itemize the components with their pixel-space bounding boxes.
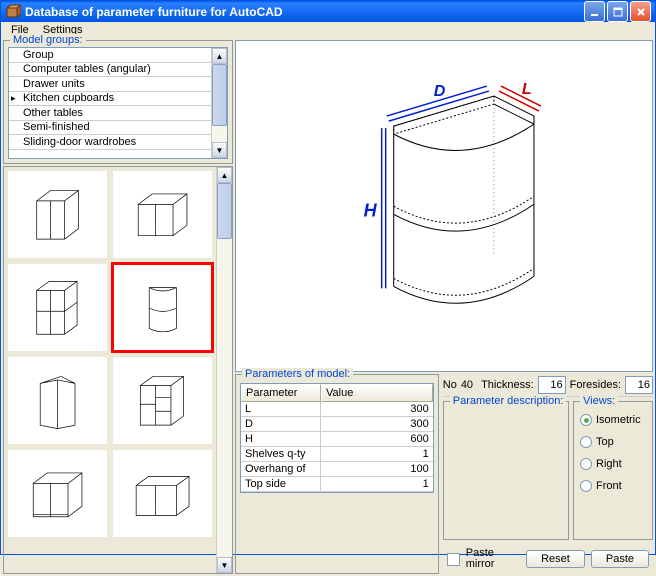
model-groups-box: Model groups: GroupComputer tables (angu…	[3, 40, 233, 164]
window-title: Database of parameter furniture for Auto…	[25, 5, 584, 19]
view-option-front[interactable]: Front	[580, 480, 646, 492]
foresides-input[interactable]	[625, 376, 653, 394]
top-fields: No 40 Thickness: Foresides:	[443, 374, 653, 397]
group-item[interactable]: Computer tables (angular)	[9, 63, 211, 78]
thumbs-scrollbar[interactable]: ▲ ▼	[216, 167, 232, 573]
thumbnail-5[interactable]	[6, 355, 109, 446]
group-item[interactable]: Kitchen cupboards	[9, 92, 211, 107]
main-window: Database of parameter furniture for Auto…	[0, 0, 656, 555]
col-parameter[interactable]: Parameter	[241, 384, 321, 402]
param-row[interactable]: D300	[241, 417, 433, 432]
group-item[interactable]: Semi-finished	[9, 121, 211, 136]
scroll-thumb[interactable]	[212, 64, 227, 126]
param-row[interactable]: Overhang of100	[241, 462, 433, 477]
param-description-title: Parameter description:	[450, 395, 567, 407]
close-button[interactable]	[630, 1, 651, 22]
params-box: Parameters of model: Parameter Value L30…	[235, 374, 439, 574]
reset-button[interactable]: Reset	[526, 550, 585, 568]
param-row[interactable]: Top side1	[241, 477, 433, 492]
model-groups-title: Model groups:	[10, 34, 86, 46]
param-row[interactable]: H600	[241, 432, 433, 447]
param-row[interactable]: L300	[241, 402, 433, 417]
view-option-isometric[interactable]: Isometric	[580, 414, 646, 426]
scroll-down-icon[interactable]: ▼	[212, 142, 227, 158]
radio-icon	[580, 436, 592, 448]
view-option-top[interactable]: Top	[580, 436, 646, 448]
app-icon	[5, 4, 21, 20]
no-label: No	[443, 379, 457, 391]
foresides-label: Foresides:	[570, 379, 621, 391]
radio-icon	[580, 480, 592, 492]
param-row[interactable]: Shelves q-ty1	[241, 447, 433, 462]
scroll-up-icon[interactable]: ▲	[217, 167, 232, 183]
scroll-up-icon[interactable]: ▲	[212, 48, 227, 64]
col-value[interactable]: Value	[321, 384, 433, 402]
thickness-input[interactable]	[538, 376, 566, 394]
thumbnail-panel: ▲ ▼	[3, 166, 233, 574]
minimize-button[interactable]	[584, 1, 605, 22]
thumbnail-1[interactable]	[6, 169, 109, 260]
paste-mirror-label: Paste mirror	[466, 548, 500, 570]
thickness-label: Thickness:	[481, 379, 534, 391]
param-table[interactable]: Parameter Value L300D300H600Shelves q-ty…	[240, 383, 434, 493]
model-groups-list[interactable]: GroupComputer tables (angular)Drawer uni…	[8, 47, 228, 159]
group-item[interactable]: Other tables	[9, 106, 211, 121]
paste-button[interactable]: Paste	[591, 550, 649, 568]
dim-label-h: H	[364, 200, 378, 220]
thumbnail-4-selected[interactable]	[111, 262, 214, 353]
maximize-button[interactable]	[607, 1, 628, 22]
thumbnail-7[interactable]	[6, 448, 109, 539]
groups-scrollbar[interactable]: ▲ ▼	[211, 48, 227, 158]
thumbnail-6[interactable]	[111, 355, 214, 446]
menubar: File Settings	[1, 22, 655, 38]
thumbnail-8[interactable]	[111, 448, 214, 539]
dim-label-l: L	[522, 80, 532, 98]
preview-pane: D L H	[235, 40, 653, 372]
paste-mirror-checkbox[interactable]	[447, 553, 460, 566]
bottom-row: Paste mirror Reset Paste	[443, 544, 653, 574]
radio-icon	[580, 458, 592, 470]
scroll-thumb[interactable]	[217, 183, 232, 239]
view-option-right[interactable]: Right	[580, 458, 646, 470]
views-box: Views: IsometricTopRightFront	[573, 401, 653, 540]
no-value: 40	[461, 379, 473, 391]
titlebar: Database of parameter furniture for Auto…	[1, 1, 655, 22]
group-item[interactable]: Drawer units	[9, 77, 211, 92]
group-item[interactable]: Group	[9, 48, 211, 63]
thumbnail-3[interactable]	[6, 262, 109, 353]
param-description-box: Parameter description:	[443, 401, 569, 540]
dim-label-d: D	[434, 82, 446, 100]
scroll-down-icon[interactable]: ▼	[217, 557, 232, 573]
params-title: Parameters of model:	[242, 368, 353, 380]
views-title: Views:	[580, 395, 618, 407]
thumbnail-2[interactable]	[111, 169, 214, 260]
group-item[interactable]: Sliding-door wardrobes	[9, 135, 211, 150]
radio-icon	[580, 414, 592, 426]
